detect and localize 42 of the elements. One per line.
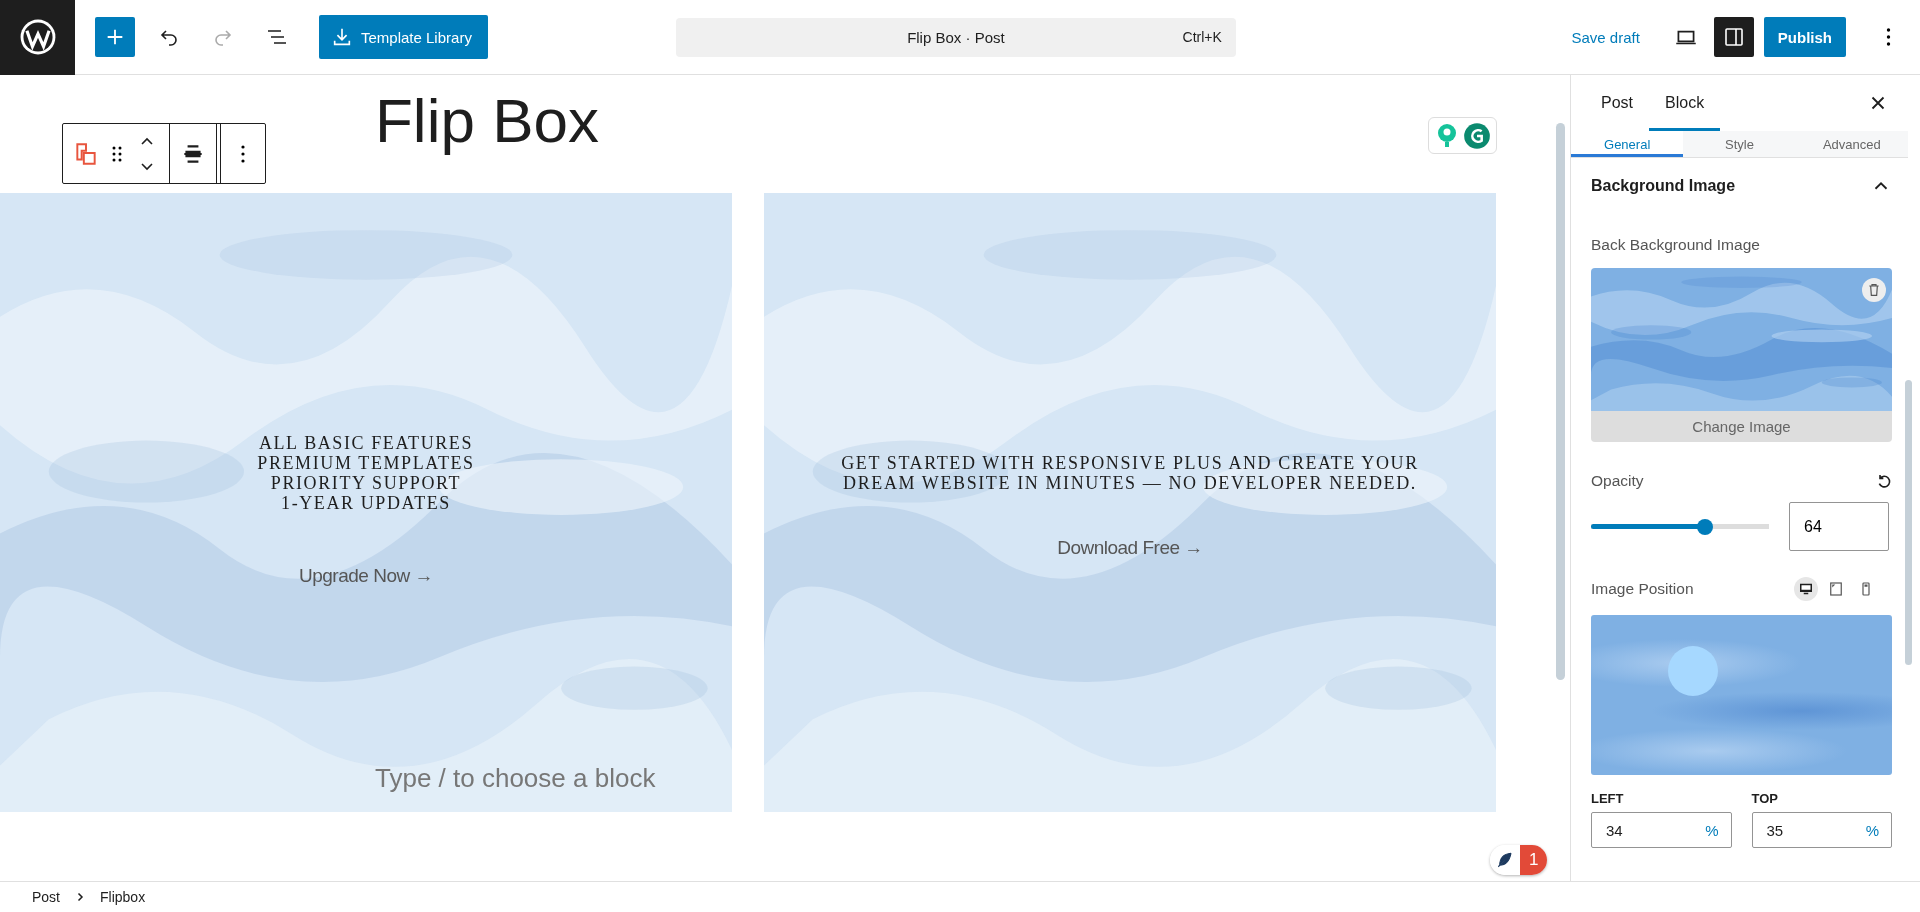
download-icon [331, 26, 353, 48]
field-label: Image Position [1591, 580, 1694, 598]
change-image-button[interactable]: Change Image [1591, 411, 1892, 442]
scrollbar[interactable] [1905, 380, 1912, 665]
grammarly-widget[interactable] [1428, 117, 1497, 154]
card-link[interactable]: Upgrade Now → [299, 565, 433, 587]
scrollbar[interactable] [1556, 123, 1565, 680]
breadcrumb-item[interactable]: Post [32, 889, 60, 905]
slider-thumb[interactable] [1696, 518, 1713, 535]
wordpress-logo[interactable] [0, 0, 75, 75]
field-label: Back Background Image [1591, 236, 1761, 254]
trash-icon[interactable] [1866, 282, 1882, 298]
card-link[interactable]: Download Free → [1057, 537, 1203, 559]
sidebar-tab[interactable]: Block [1649, 75, 1721, 131]
command-bar[interactable]: Flip Box · Post Ctrl+K [675, 17, 1236, 57]
opacity-input[interactable]: 64 [1789, 502, 1889, 551]
card-text: GET STARTED WITH RESPONSIVE PLUS AND CREATE YOUR DREAM WEBSITE IN MINUTES — NO DEVELOPER NEEDED. [841, 453, 1419, 493]
post-title[interactable]: Flip Box [0, 75, 1570, 193]
field-label: TOP [1751, 791, 1779, 806]
settings-tab[interactable]: Style [1683, 131, 1796, 157]
publish-button[interactable]: Publish [1763, 17, 1846, 57]
settings-tab[interactable]: Advanced [1795, 131, 1908, 157]
card-text: ALL BASIC FEATURES PREMIUM TEMPLATES PRIORITY SUPPORT 1-YEAR UPDATES [257, 433, 475, 513]
block-placeholder[interactable]: Type / to choose a block [375, 763, 656, 794]
grammarly-icon [1462, 121, 1491, 150]
add-block-button[interactable] [95, 17, 135, 57]
more-options-icon [1885, 27, 1891, 47]
feather-icon [1496, 851, 1514, 869]
percent-input[interactable]: 34 % [1591, 812, 1732, 848]
template-library-button[interactable]: Template Library [319, 15, 488, 59]
desktop-icon[interactable] [1794, 577, 1818, 601]
section-title[interactable]: Background Image [1591, 177, 1736, 195]
save-draft-link[interactable]: Save draft [1571, 28, 1640, 46]
field-label: LEFT [1591, 791, 1625, 806]
block-type-icon[interactable] [73, 140, 99, 167]
sidebar-tab[interactable]: Post [1585, 75, 1649, 131]
settings-sidebar-toggle[interactable] [1713, 17, 1754, 57]
breadcrumb-item[interactable]: Flipbox [100, 889, 146, 905]
percent-input[interactable]: 35 % [1751, 812, 1892, 848]
reset-icon[interactable] [1876, 473, 1892, 489]
field-label: Opacity [1591, 472, 1644, 490]
focal-point-handle[interactable] [1668, 646, 1719, 696]
